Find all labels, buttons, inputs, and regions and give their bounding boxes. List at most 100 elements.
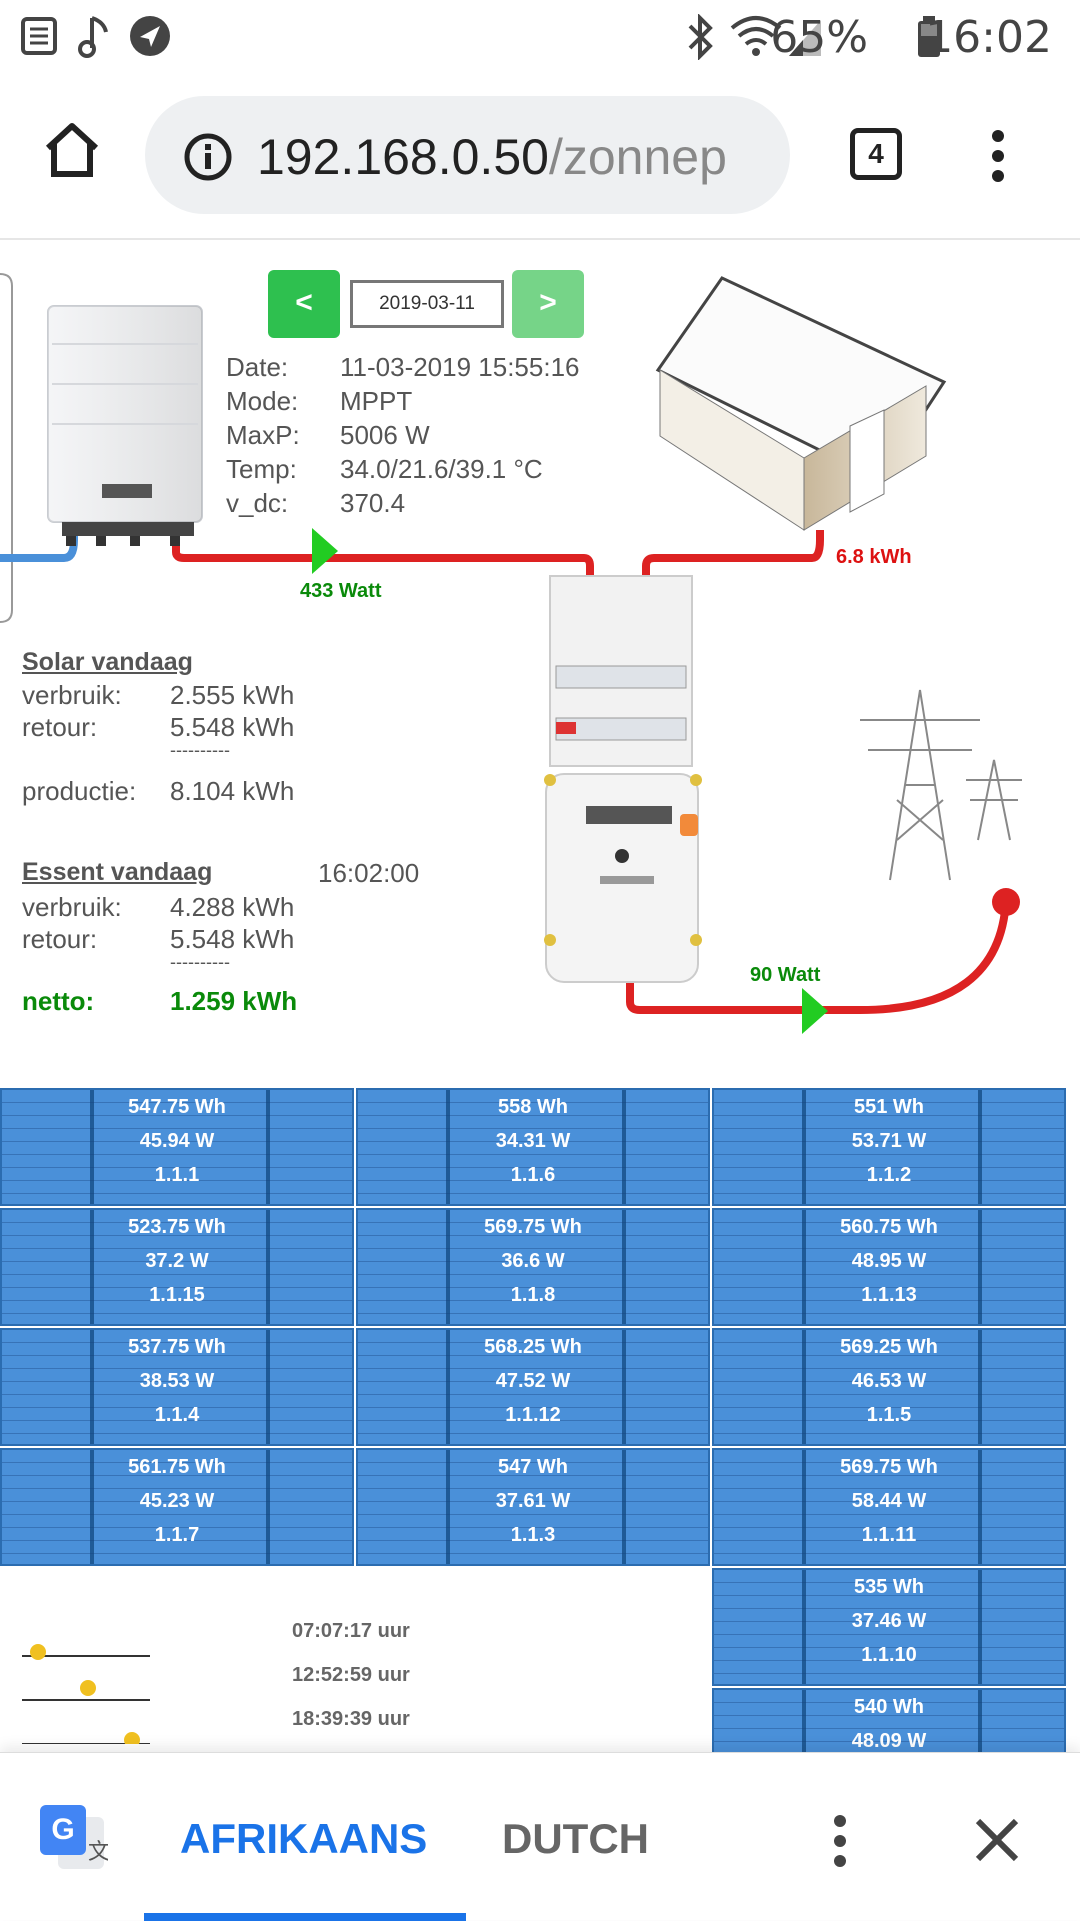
info-label-mode: Mode: xyxy=(226,386,299,416)
essent-time: 16:02:00 xyxy=(318,858,420,888)
source-language-tab[interactable]: AFRIKAANS xyxy=(180,1815,427,1863)
panel-energy: 568.25 Wh xyxy=(484,1336,582,1358)
next-day-button[interactable]: > xyxy=(512,270,584,338)
essent-usage-label: verbruik: xyxy=(22,892,122,922)
panel-tile: 547 Wh 37.61 W 1.1.3 xyxy=(356,1448,710,1566)
essent-return-label: retour: xyxy=(22,924,98,954)
sunset-sun-icon xyxy=(124,1732,140,1744)
panel-tile: 558 Wh 34.31 W 1.1.6 xyxy=(356,1088,710,1206)
panel-power: 38.53 W xyxy=(139,1370,215,1392)
panel-energy: 551 Wh xyxy=(853,1096,925,1118)
smart-meter-image xyxy=(544,773,702,983)
panel-tile: 540 Wh 48.09 W xyxy=(712,1688,1066,1752)
more-vert-icon[interactable] xyxy=(986,128,1010,188)
panel-id: 1.1.11 xyxy=(861,1524,917,1546)
panel-tile: 568.25 Wh 47.52 W 1.1.12 xyxy=(356,1328,710,1446)
panel-power: 47.52 W xyxy=(495,1370,571,1392)
essent-usage-value: 4.288 kWh xyxy=(170,892,295,922)
solar-production-value: 8.104 kWh xyxy=(170,776,295,806)
page-content: < 2019-03-11 > Date: 11-03-2019 15:55:16… xyxy=(0,240,1080,1752)
panel-energy: 523.75 Wh xyxy=(128,1216,226,1238)
panel-power: 37.2 W xyxy=(145,1250,209,1272)
browser-toolbar: 192.168.0.50/zonnep 4 xyxy=(0,76,1080,240)
tab-count: 4 xyxy=(868,138,884,169)
panel-power: 36.6 W xyxy=(501,1250,565,1272)
panel-id: 1.1.2 xyxy=(866,1164,912,1186)
panel-id: 1.1.1 xyxy=(154,1164,200,1186)
essent-today-title: Essent vandaag xyxy=(22,858,213,886)
panel-id: 1.1.5 xyxy=(866,1404,912,1426)
solar-usage-value: 2.555 kWh xyxy=(170,680,295,710)
house-image xyxy=(655,276,947,531)
net-label: netto: xyxy=(22,986,95,1016)
panel-power: 37.46 W xyxy=(851,1610,927,1632)
prev-day-button[interactable]: < xyxy=(268,270,340,338)
grid-flow-arrow xyxy=(802,988,828,1034)
translate-more-icon[interactable] xyxy=(828,1813,852,1873)
google-translate-icon[interactable]: G 文 xyxy=(38,1803,108,1873)
solar-today-title: Solar vandaag xyxy=(22,648,193,676)
info-label-maxp: MaxP: xyxy=(226,420,300,450)
panel-power: 53.71 W xyxy=(851,1130,927,1152)
close-icon[interactable] xyxy=(972,1815,1022,1865)
panel-id: 1.1.10 xyxy=(861,1644,917,1666)
power-pylons-image xyxy=(860,689,1022,881)
info-label-temp: Temp: xyxy=(226,454,297,484)
panel-energy: 569.25 Wh xyxy=(840,1336,938,1358)
info-icon[interactable] xyxy=(183,132,233,182)
panel-energy: 558 Wh xyxy=(497,1096,569,1118)
panel-id: 1.1.8 xyxy=(510,1284,556,1306)
panel-power: 37.61 W xyxy=(495,1490,571,1512)
solar-return-label: retour: xyxy=(22,712,98,742)
essent-return-value: 5.548 kWh xyxy=(170,924,295,954)
address-bar[interactable]: 192.168.0.50/zonnep xyxy=(145,96,790,214)
svg-text:G: G xyxy=(51,1813,74,1846)
panel-tile: 551 Wh 53.71 W 1.1.2 xyxy=(712,1088,1066,1206)
solar-return-value: 5.548 kWh xyxy=(170,712,295,742)
solar-separator: ---------- xyxy=(170,740,230,760)
panel-power: 45.23 W xyxy=(139,1490,215,1512)
panel-energy: 569.75 Wh xyxy=(484,1216,582,1238)
panel-power: 46.53 W xyxy=(851,1370,927,1392)
net-value: 1.259 kWh xyxy=(170,986,298,1016)
panel-tile: 560.75 Wh 48.95 W 1.1.13 xyxy=(712,1208,1066,1326)
panel-tile: 561.75 Wh 45.23 W 1.1.7 xyxy=(0,1448,354,1566)
target-language-tab[interactable]: DUTCH xyxy=(502,1815,649,1863)
panel-energy: 535 Wh xyxy=(853,1576,925,1598)
url-host: 192.168.0.50 xyxy=(257,129,549,185)
url-path: /zonnep xyxy=(548,129,727,185)
sun-position-icons xyxy=(22,1644,150,1744)
panel-id: 1.1.6 xyxy=(510,1164,556,1186)
panel-power: 48.95 W xyxy=(851,1250,927,1272)
tab-switcher-button[interactable]: 4 xyxy=(850,128,902,180)
sunset-time: 18:39:39 uur xyxy=(292,1708,410,1730)
url-text[interactable]: 192.168.0.50/zonnep xyxy=(257,128,777,186)
info-value-maxp: 5006 W xyxy=(340,420,430,450)
status-bar: 65% 16:02 xyxy=(0,0,1080,76)
panel-id: 1.1.12 xyxy=(505,1404,561,1426)
noon-time: 12:52:59 uur xyxy=(292,1664,410,1686)
panel-tile: 569.75 Wh 58.44 W 1.1.11 xyxy=(712,1448,1066,1566)
home-icon[interactable] xyxy=(42,122,102,178)
info-label-vdc: v_dc: xyxy=(226,488,289,518)
info-label-date: Date: xyxy=(226,352,289,382)
info-value-temp: 34.0/21.6/39.1 °C xyxy=(340,454,543,484)
translate-bar: G 文 AFRIKAANS DUTCH xyxy=(0,1752,1080,1921)
panel-energy: 547.75 Wh xyxy=(128,1096,226,1118)
clock: 16:02 xyxy=(925,12,1052,63)
bluetooth-icon xyxy=(688,14,713,60)
panel-id: 1.1.15 xyxy=(149,1284,205,1306)
date-input[interactable]: 2019-03-11 xyxy=(350,280,504,328)
svg-text:文: 文 xyxy=(88,1840,108,1865)
sunrise-time: 07:07:17 uur xyxy=(292,1620,410,1642)
panel-tile: 537.75 Wh 38.53 W 1.1.4 xyxy=(0,1328,354,1446)
panel-energy: 540 Wh xyxy=(853,1696,925,1718)
panel-tile: 523.75 Wh 37.2 W 1.1.15 xyxy=(0,1208,354,1326)
navigation-icon xyxy=(130,16,170,56)
panel-tile: 569.75 Wh 36.6 W 1.1.8 xyxy=(356,1208,710,1326)
noon-sun-icon xyxy=(80,1680,96,1696)
info-value-mode: MPPT xyxy=(340,386,413,416)
notes-icon xyxy=(21,17,57,55)
panel-id: 1.1.7 xyxy=(154,1524,200,1546)
solar-watt-label: 433 Watt xyxy=(300,580,382,602)
